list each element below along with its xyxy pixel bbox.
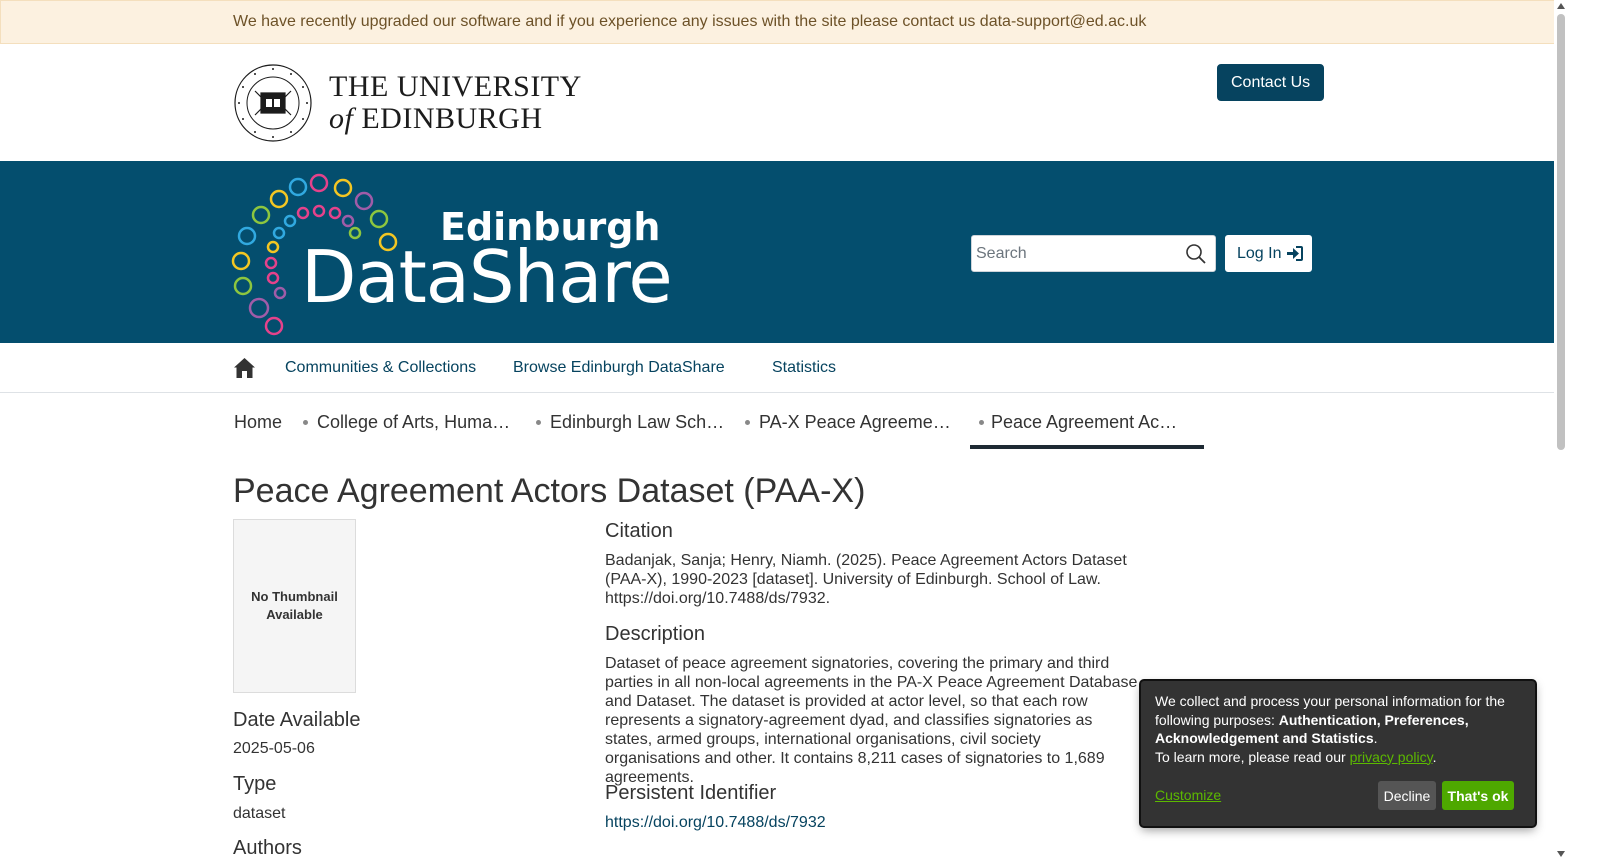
datashare-logo-bottom: DataShare — [301, 235, 673, 319]
wordmark-line-1: THE UNIVERSITY — [329, 70, 582, 103]
privacy-policy-link[interactable]: privacy policy — [1350, 749, 1433, 765]
cookie-accept-button[interactable]: That's ok — [1442, 781, 1514, 810]
search-input[interactable] — [976, 240, 1176, 268]
breadcrumb-home[interactable]: Home — [234, 394, 294, 448]
date-available-value: 2025-05-06 — [233, 740, 315, 757]
persistent-identifier-link[interactable]: https://doi.org/10.7488/ds/7932 — [605, 813, 826, 832]
cookie-decline-button[interactable]: Decline — [1378, 781, 1436, 810]
upgrade-notice: We have recently upgraded our software a… — [0, 0, 1586, 44]
university-logo[interactable]: THE UNIVERSITY of EDINBURGH — [233, 63, 582, 143]
breadcrumb-current-label: Peace Agreement Actors Dataset (PAA-X) — [991, 412, 1181, 432]
citation-value: Badanjak, Sanja; Henry, Niamh. (2025). P… — [605, 552, 1127, 607]
cookie-customize-link[interactable]: Customize — [1155, 786, 1221, 805]
home-icon[interactable] — [233, 357, 256, 379]
contact-us-button[interactable]: Contact Us — [1217, 64, 1325, 101]
date-available-heading: Date Available — [233, 709, 361, 731]
university-seal-icon — [234, 64, 312, 142]
cookie-consent: We collect and process your personal inf… — [1141, 681, 1535, 826]
search-box — [971, 235, 1216, 272]
login-label: Log In — [1237, 245, 1282, 262]
breadcrumb-separator — [745, 420, 750, 425]
breadcrumb-college[interactable]: College of Arts, Humanities and Social S… — [317, 394, 515, 448]
search-icon[interactable] — [1185, 243, 1207, 265]
nav-browse[interactable]: Browse Edinburgh DataShare — [513, 343, 725, 393]
right-gutter — [1568, 0, 1600, 861]
cookie-learn-more: To learn more, please read our — [1155, 748, 1350, 765]
scrollbar-thumb[interactable] — [1557, 14, 1565, 450]
main-nav: Communities & Collections Browse Edinbur… — [0, 343, 1554, 393]
breadcrumb-law-school[interactable]: Edinburgh Law School — [550, 394, 730, 448]
breadcrumb-separator — [536, 420, 541, 425]
page-title: Peace Agreement Actors Dataset (PAA-X) — [233, 472, 866, 510]
upgrade-notice-text: We have recently upgraded our software a… — [233, 13, 1147, 30]
sign-in-icon — [1287, 246, 1304, 261]
authors-heading: Authors — [233, 837, 302, 859]
datashare-logo[interactable]: Edinburgh DataShare — [231, 171, 673, 336]
cookie-message: We collect and process your personal inf… — [1155, 692, 1515, 766]
description-value: Dataset of peace agreement signatories, … — [605, 655, 1138, 786]
thumbnail-placeholder: No Thumbnail Available — [233, 519, 356, 693]
breadcrumb: Home College of Arts, Humanities and Soc… — [0, 394, 1554, 450]
persistent-identifier-heading: Persistent Identifier — [605, 782, 777, 804]
scroll-down-arrow-icon[interactable] — [1557, 851, 1565, 857]
wordmark-edinburgh: EDINBURGH — [361, 102, 543, 135]
breadcrumb-pax[interactable]: PA-X Peace Agreements Database — [759, 394, 955, 448]
type-heading: Type — [233, 773, 277, 795]
nav-statistics[interactable]: Statistics — [772, 343, 836, 393]
cookie-text-end: . — [1373, 730, 1378, 746]
university-wordmark: THE UNIVERSITY of EDINBURGH — [329, 72, 582, 134]
scroll-up-arrow-icon[interactable] — [1557, 3, 1565, 9]
wordmark-line-2: of EDINBURGH — [329, 104, 582, 134]
cookie-period: . — [1432, 748, 1437, 765]
breadcrumb-current[interactable]: Peace Agreement Actors Dataset (PAA-X) — [970, 394, 1204, 449]
datashare-banner: Edinburgh DataShare Log In — [0, 161, 1586, 343]
breadcrumb-separator — [303, 420, 308, 425]
type-value: dataset — [233, 805, 286, 822]
citation-heading: Citation — [605, 520, 673, 542]
university-header: THE UNIVERSITY of EDINBURGH Contact Us — [0, 44, 1586, 161]
breadcrumb-separator — [979, 420, 984, 425]
description-heading: Description — [605, 623, 706, 645]
nav-communities-collections[interactable]: Communities & Collections — [285, 343, 476, 393]
thumbnail-text: No Thumbnail Available — [251, 589, 338, 622]
wordmark-of: of — [329, 102, 354, 135]
page-scrollbar[interactable] — [1554, 0, 1568, 861]
login-button[interactable]: Log In — [1225, 235, 1312, 272]
